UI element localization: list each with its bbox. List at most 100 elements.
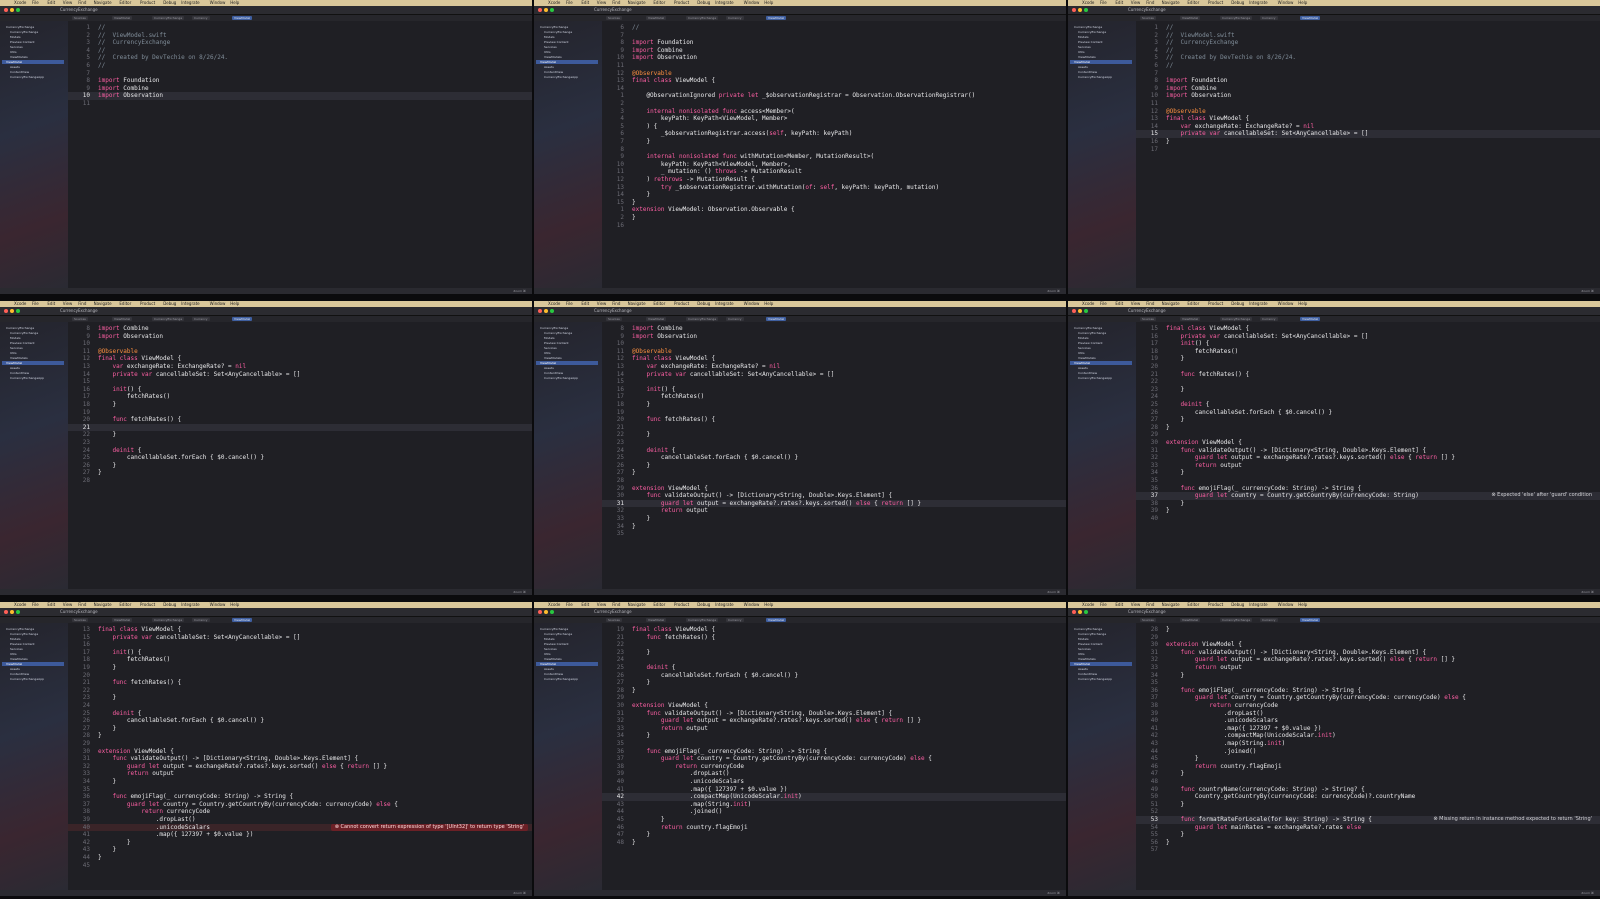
navigator-item[interactable]: ViewModels — [544, 657, 562, 661]
navigator-item[interactable]: CurrencyExchangeApp — [10, 75, 44, 79]
navigator-item[interactable]: ViewModel — [2, 662, 64, 666]
navigator-item[interactable]: Services — [1078, 45, 1091, 49]
navigator-item[interactable]: Models — [1078, 637, 1089, 641]
zoom-button[interactable] — [1084, 309, 1088, 313]
editor-tab[interactable]: Sources — [606, 16, 622, 20]
navigator-item[interactable]: Services — [544, 45, 557, 49]
navigator-item[interactable]: CurrencyExchange — [1074, 25, 1102, 29]
navigator-item[interactable]: Models — [10, 637, 21, 641]
code-editor[interactable]: 1 // 2 // ViewModel.swift 3 // CurrencyExchan… — [1136, 21, 1600, 288]
zoom-button[interactable] — [1084, 610, 1088, 614]
close-button[interactable] — [538, 610, 542, 614]
close-button[interactable] — [1072, 8, 1076, 12]
editor-tab[interactable]: ViewModel — [232, 317, 253, 321]
navigator-item[interactable]: CurrencyExchangeApp — [1078, 376, 1112, 380]
close-button[interactable] — [4, 8, 8, 12]
navigator-item[interactable]: ContentView — [1078, 70, 1097, 74]
navigator-item[interactable]: CurrencyExchangeApp — [544, 75, 578, 79]
navigator-item[interactable]: CurrencyExchange — [10, 632, 38, 636]
navigator-item[interactable]: ViewModel — [2, 361, 64, 365]
navigator-item[interactable]: Utils — [1078, 50, 1085, 54]
navigator-item[interactable]: ViewModels — [1078, 356, 1096, 360]
minimize-button[interactable] — [544, 610, 548, 614]
navigator-item[interactable]: ContentView — [1078, 672, 1097, 676]
navigator-item[interactable]: CurrencyExchange — [1078, 30, 1106, 34]
navigator-item[interactable]: ViewModels — [10, 356, 28, 360]
zoom-button[interactable] — [550, 309, 554, 313]
zoom-button[interactable] — [550, 8, 554, 12]
navigator-item[interactable]: Utils — [10, 351, 17, 355]
navigator-item[interactable]: Assets — [544, 667, 554, 671]
close-button[interactable] — [538, 8, 542, 12]
navigator-item[interactable]: Services — [1078, 647, 1091, 651]
navigator-item[interactable]: CurrencyExchangeApp — [1078, 75, 1112, 79]
navigator-item[interactable]: Services — [1078, 346, 1091, 350]
code-editor[interactable]: 8 import Combine 9 import Observation 10 11 @O… — [68, 322, 532, 589]
navigator-item[interactable]: CurrencyExchange — [540, 627, 568, 631]
navigator-item[interactable]: Assets — [544, 65, 554, 69]
editor-tab[interactable]: Sources — [72, 317, 88, 321]
code-editor[interactable]: 28} 29 30 extension ViewModel {31 func vali… — [1136, 623, 1600, 890]
navigator-item[interactable]: CurrencyExchange — [540, 25, 568, 29]
navigator-item[interactable]: ViewModel — [1070, 60, 1132, 64]
editor-tab[interactable]: ViewModel — [646, 618, 667, 622]
navigator-item[interactable]: Models — [544, 637, 555, 641]
navigator-item[interactable]: Models — [10, 35, 21, 39]
navigator-item[interactable]: Services — [10, 647, 23, 651]
editor-tab[interactable]: Currency — [1260, 618, 1278, 622]
navigator-item[interactable]: Assets — [1078, 65, 1088, 69]
editor-tab[interactable]: ViewModel — [1300, 618, 1321, 622]
editor-tab[interactable]: Currency — [726, 618, 744, 622]
editor-tab[interactable]: CurrencyExchange — [152, 317, 185, 321]
zoom-button[interactable] — [16, 610, 20, 614]
editor-tab[interactable]: ViewModel — [232, 16, 253, 20]
navigator-item[interactable]: Assets — [544, 366, 554, 370]
editor-tab[interactable]: CurrencyExchange — [686, 16, 719, 20]
navigator-item[interactable]: CurrencyExchange — [1074, 627, 1102, 631]
navigator-item[interactable]: Models — [544, 336, 555, 340]
editor-tab[interactable]: ViewModel — [766, 618, 787, 622]
navigator-item[interactable]: ViewModels — [10, 55, 28, 59]
zoom-button[interactable] — [16, 309, 20, 313]
minimize-button[interactable] — [10, 610, 14, 614]
editor-tab[interactable]: CurrencyExchange — [686, 317, 719, 321]
editor-tab[interactable]: ViewModel — [232, 618, 253, 622]
navigator-item[interactable]: Preview Content — [1078, 40, 1103, 44]
navigator-item[interactable]: ViewModels — [1078, 55, 1096, 59]
minimize-button[interactable] — [1078, 8, 1082, 12]
minimize-button[interactable] — [10, 309, 14, 313]
editor-tab[interactable]: ViewModel — [646, 16, 667, 20]
navigator-item[interactable]: ViewModel — [536, 60, 598, 64]
editor-tab[interactable]: ViewModel — [1300, 317, 1321, 321]
code-editor[interactable]: 6//7 8 import Foundation 9 import Combine 10 i… — [602, 21, 1066, 288]
navigator-item[interactable]: ViewModel — [2, 60, 64, 64]
navigator-item[interactable]: Services — [544, 346, 557, 350]
navigator-item[interactable]: Preview Content — [1078, 341, 1103, 345]
minimize-button[interactable] — [1078, 610, 1082, 614]
navigator-item[interactable]: CurrencyExchange — [6, 25, 34, 29]
editor-tab[interactable]: Currency — [192, 16, 210, 20]
navigator-item[interactable]: Utils — [1078, 351, 1085, 355]
editor-tab[interactable]: ViewModel — [646, 317, 667, 321]
navigator-item[interactable]: Preview Content — [10, 40, 35, 44]
close-button[interactable] — [538, 309, 542, 313]
navigator-item[interactable]: ViewModels — [1078, 657, 1096, 661]
navigator-item[interactable]: Utils — [544, 50, 551, 54]
code-editor[interactable]: 19 final class ViewModel {21 func fetchRa… — [602, 623, 1066, 890]
navigator-item[interactable]: CurrencyExchange — [10, 30, 38, 34]
navigator-item[interactable]: Preview Content — [544, 642, 569, 646]
navigator-item[interactable]: Assets — [10, 667, 20, 671]
editor-tab[interactable]: ViewModel — [1180, 618, 1201, 622]
navigator-item[interactable]: Models — [544, 35, 555, 39]
navigator-item[interactable]: Utils — [10, 652, 17, 656]
editor-tab[interactable]: Currency — [192, 618, 210, 622]
editor-tab[interactable]: Sources — [1140, 16, 1156, 20]
navigator-item[interactable]: CurrencyExchange — [544, 30, 572, 34]
close-button[interactable] — [4, 610, 8, 614]
editor-tab[interactable]: CurrencyExchange — [686, 618, 719, 622]
navigator-item[interactable]: Assets — [1078, 366, 1088, 370]
navigator-item[interactable]: CurrencyExchange — [1078, 331, 1106, 335]
navigator-item[interactable]: Models — [1078, 35, 1089, 39]
navigator-item[interactable]: Models — [10, 336, 21, 340]
navigator-item[interactable]: ViewModels — [544, 356, 562, 360]
